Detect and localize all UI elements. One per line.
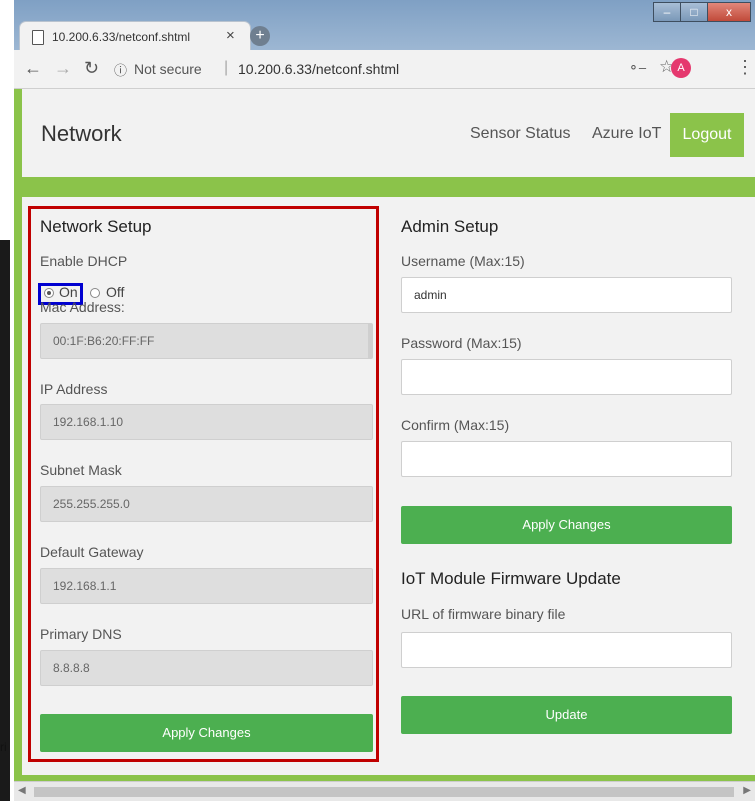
firmware-url-field[interactable] <box>401 632 732 668</box>
desktop-text-fragment: ri <box>0 740 7 754</box>
forward-icon[interactable]: → <box>54 58 72 79</box>
firmware-url-label: URL of firmware binary file <box>401 606 566 622</box>
site-navbar: Network Sensor Status Azure IoT Logout <box>22 89 755 177</box>
url-text[interactable]: 10.200.6.33/netconf.shtml <box>238 61 399 77</box>
admin-apply-button[interactable]: Apply Changes <box>401 506 732 544</box>
dhcp-off-label[interactable]: Off <box>106 284 124 300</box>
page-content: Network Sensor Status Azure IoT Logout N… <box>14 89 755 781</box>
gateway-label: Default Gateway <box>40 544 144 560</box>
scroll-left-icon[interactable]: ◀ <box>18 785 26 796</box>
tab-title: 10.200.6.33/netconf.shtml <box>52 30 191 44</box>
close-window-button[interactable]: x <box>707 2 751 22</box>
nav-link-sensor-status[interactable]: Sensor Status <box>470 125 571 143</box>
maximize-button[interactable]: □ <box>680 2 708 22</box>
close-tab-icon[interactable]: × <box>226 27 235 44</box>
browser-toolbar: ← → ↻ ⓘ Not secure | 10.200.6.33/netconf… <box>14 50 755 89</box>
key-icon[interactable]: ⚬– <box>628 60 646 76</box>
window-controls: – □ x <box>653 2 751 22</box>
settings-panel: Network Setup Enable DHCP On Off Mac Add… <box>22 197 755 775</box>
mac-address-field[interactable] <box>40 323 373 359</box>
info-icon[interactable]: ⓘ <box>114 60 127 79</box>
desktop-edge: ri <box>0 0 14 801</box>
horizontal-scrollbar[interactable]: ◀ ▶ <box>14 781 755 801</box>
dhcp-off-radio[interactable] <box>90 288 100 298</box>
logout-button[interactable]: Logout <box>670 113 744 157</box>
browser-tab[interactable]: 10.200.6.33/netconf.shtml × <box>20 22 250 52</box>
firmware-title: IoT Module Firmware Update <box>401 569 621 588</box>
url-separator: | <box>224 59 229 76</box>
tab-strip: 10.200.6.33/netconf.shtml × + – □ x <box>14 0 755 52</box>
ip-label: IP Address <box>40 381 108 397</box>
back-icon[interactable]: ← <box>24 58 42 79</box>
network-setup-title: Network Setup <box>40 217 152 236</box>
profile-avatar[interactable]: A <box>671 58 691 78</box>
dhcp-label: Enable DHCP <box>40 253 128 269</box>
browser-window: 10.200.6.33/netconf.shtml × + – □ x ← → … <box>14 0 755 801</box>
subnet-label: Subnet Mask <box>40 462 122 478</box>
subnet-mask-field[interactable] <box>40 486 373 522</box>
confirm-password-field[interactable] <box>401 441 732 477</box>
username-field[interactable] <box>401 277 732 313</box>
password-label: Password (Max:15) <box>401 335 522 351</box>
menu-dots-icon[interactable]: ⋮ <box>736 57 754 78</box>
minimize-button[interactable]: – <box>653 2 681 22</box>
primary-dns-field[interactable] <box>40 650 373 686</box>
ip-address-field[interactable] <box>40 404 373 440</box>
desktop-background <box>0 240 10 801</box>
scrollbar-thumb[interactable] <box>34 787 734 797</box>
new-tab-button[interactable]: + <box>250 26 270 46</box>
default-gateway-field[interactable] <box>40 568 373 604</box>
not-secure-label: Not secure <box>134 61 202 77</box>
dns-label: Primary DNS <box>40 626 122 642</box>
confirm-label: Confirm (Max:15) <box>401 417 510 433</box>
nav-link-azure-iot[interactable]: Azure IoT <box>592 125 661 143</box>
page-icon <box>32 30 44 45</box>
address-bar[interactable]: ⓘ Not secure | 10.200.6.33/netconf.shtml… <box>114 55 694 83</box>
password-field[interactable] <box>401 359 732 395</box>
mac-label: Mac Address: <box>40 299 125 315</box>
reload-icon[interactable]: ↻ <box>84 58 99 79</box>
network-apply-button[interactable]: Apply Changes <box>40 714 373 752</box>
username-label: Username (Max:15) <box>401 253 525 269</box>
scroll-right-icon[interactable]: ▶ <box>743 785 751 796</box>
brand-title: Network <box>41 121 122 146</box>
admin-setup-title: Admin Setup <box>401 217 499 236</box>
firmware-update-button[interactable]: Update <box>401 696 732 734</box>
